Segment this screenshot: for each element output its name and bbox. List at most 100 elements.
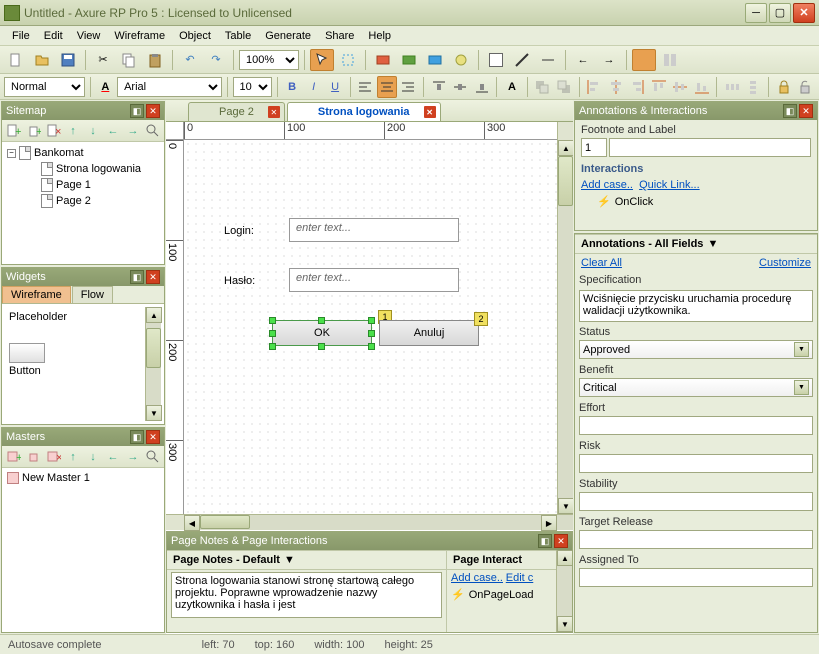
canvas-label-haslo[interactable]: Hasło:: [224, 275, 255, 287]
selection-handle[interactable]: [269, 330, 276, 337]
align-obj-top-icon[interactable]: [649, 76, 669, 98]
style-select[interactable]: Normal: [4, 77, 85, 97]
panel-pin-icon[interactable]: ◧: [538, 534, 552, 548]
zoom-select[interactable]: 100%: [239, 50, 299, 70]
indent-icon[interactable]: →: [125, 122, 141, 140]
onpageload-event[interactable]: OnPageLoad: [469, 589, 534, 601]
panel-close-icon[interactable]: ✕: [146, 104, 160, 118]
master-left-icon[interactable]: ←: [105, 448, 121, 466]
tool-icon-1[interactable]: [371, 49, 395, 71]
close-button[interactable]: ✕: [793, 3, 815, 23]
menu-share[interactable]: Share: [319, 28, 360, 44]
menu-edit[interactable]: Edit: [38, 28, 69, 44]
save-icon[interactable]: [56, 49, 80, 71]
font-select[interactable]: Arial: [117, 77, 222, 97]
align-obj-mid-icon[interactable]: [670, 76, 690, 98]
selection-handle[interactable]: [368, 343, 375, 350]
menu-view[interactable]: View: [71, 28, 107, 44]
selection-handle[interactable]: [368, 317, 375, 324]
wireframe-canvas[interactable]: Login: enter text... Hasło: enter text..…: [184, 140, 557, 514]
paste-icon[interactable]: [143, 49, 167, 71]
scroll-up-icon[interactable]: ▲: [146, 307, 162, 323]
tree-root[interactable]: −Bankomat: [5, 145, 161, 161]
maximize-button[interactable]: ▢: [769, 3, 791, 23]
valign-bot-icon[interactable]: [472, 76, 492, 98]
view-mode-2-icon[interactable]: [658, 49, 682, 71]
canvas-scroll-left-icon[interactable]: ◀: [184, 515, 200, 531]
scroll-down-icon[interactable]: ▼: [557, 616, 572, 632]
order-back-icon[interactable]: [554, 76, 574, 98]
widgets-tab-wireframe[interactable]: Wireframe: [2, 286, 71, 303]
menu-help[interactable]: Help: [362, 28, 397, 44]
notes-section-title[interactable]: Page Notes - Default▼: [167, 550, 446, 570]
selection-handle[interactable]: [269, 343, 276, 350]
font-color-icon[interactable]: A: [96, 76, 116, 98]
line-style-icon[interactable]: [536, 49, 560, 71]
outdent-icon[interactable]: ←: [105, 122, 121, 140]
widgets-tab-flow[interactable]: Flow: [72, 286, 113, 303]
add-sub-master-icon[interactable]: [25, 448, 41, 466]
assigned-input[interactable]: [579, 568, 813, 587]
fill-color-icon[interactable]: [484, 49, 508, 71]
scroll-up-icon[interactable]: ▲: [557, 550, 572, 566]
pagenotes-text[interactable]: Strona logowania stanowi stronę startową…: [171, 572, 442, 618]
master-down-icon[interactable]: ↓: [85, 448, 101, 466]
allfields-heading[interactable]: Annotations - All Fields▼: [575, 234, 817, 254]
text-color-icon[interactable]: A: [502, 76, 522, 98]
tab-close-icon[interactable]: ✕: [268, 106, 280, 118]
underline-icon[interactable]: U: [325, 76, 345, 98]
add-page-icon[interactable]: +: [5, 122, 21, 140]
unlock-icon[interactable]: [795, 76, 815, 98]
view-mode-1-icon[interactable]: [632, 49, 656, 71]
status-select[interactable]: Approved▼: [579, 340, 813, 359]
move-down-icon[interactable]: ↓: [85, 122, 101, 140]
tab-close-icon[interactable]: ✕: [424, 106, 436, 118]
align-obj-center-icon[interactable]: [606, 76, 626, 98]
master-search-icon[interactable]: [145, 448, 161, 466]
menu-wireframe[interactable]: Wireframe: [108, 28, 171, 44]
canvas-scroll-up-icon[interactable]: ▲: [558, 140, 573, 156]
scroll-down-icon[interactable]: ▼: [146, 405, 162, 421]
tool-icon-4[interactable]: [449, 49, 473, 71]
clearall-link[interactable]: Clear All: [581, 257, 622, 269]
arrow-start-icon[interactable]: ←: [571, 49, 595, 71]
add-master-icon[interactable]: +: [5, 448, 21, 466]
fontsize-select[interactable]: 10: [233, 77, 272, 97]
align-obj-right-icon[interactable]: [627, 76, 647, 98]
move-up-icon[interactable]: ↑: [65, 122, 81, 140]
panel-close-icon[interactable]: ✕: [146, 430, 160, 444]
tree-item-2[interactable]: Page 2: [5, 193, 161, 209]
pagenotes-addcase-link[interactable]: Add case..: [451, 572, 503, 584]
valign-top-icon[interactable]: [429, 76, 449, 98]
align-left-icon[interactable]: [356, 76, 376, 98]
master-up-icon[interactable]: ↑: [65, 448, 81, 466]
search-icon[interactable]: [145, 122, 161, 140]
tool-icon-3[interactable]: [423, 49, 447, 71]
align-obj-left-icon[interactable]: [584, 76, 604, 98]
customize-link[interactable]: Customize: [759, 257, 811, 269]
spec-textarea[interactable]: Wciśnięcie przycisku uruchamia procedurę…: [579, 290, 813, 322]
rectangle-select-icon[interactable]: [336, 49, 360, 71]
italic-icon[interactable]: I: [304, 76, 324, 98]
addcase-link[interactable]: Add case..: [581, 179, 633, 191]
panel-close-icon[interactable]: ✕: [799, 104, 813, 118]
canvas-button-anuluj[interactable]: Anuluj: [379, 320, 479, 346]
arrow-end-icon[interactable]: →: [597, 49, 621, 71]
align-obj-bot-icon[interactable]: [692, 76, 712, 98]
order-front-icon[interactable]: [533, 76, 553, 98]
canvas-input-login[interactable]: enter text...: [289, 218, 459, 242]
selection-handle[interactable]: [318, 343, 325, 350]
delete-master-icon[interactable]: ×: [45, 448, 61, 466]
panel-pin-icon[interactable]: ◧: [130, 270, 144, 284]
align-center-icon[interactable]: [377, 76, 397, 98]
panel-pin-icon[interactable]: ◧: [783, 104, 797, 118]
panel-pin-icon[interactable]: ◧: [130, 430, 144, 444]
open-file-icon[interactable]: [30, 49, 54, 71]
distribute-h-icon[interactable]: [722, 76, 742, 98]
align-right-icon[interactable]: [399, 76, 419, 98]
pagenotes-edit-link[interactable]: Edit c: [506, 572, 534, 584]
redo-icon[interactable]: ↷: [204, 49, 228, 71]
canvas-scroll-down-icon[interactable]: ▼: [558, 498, 573, 514]
add-child-page-icon[interactable]: +: [25, 122, 41, 140]
master-item-0[interactable]: New Master 1: [5, 471, 161, 485]
